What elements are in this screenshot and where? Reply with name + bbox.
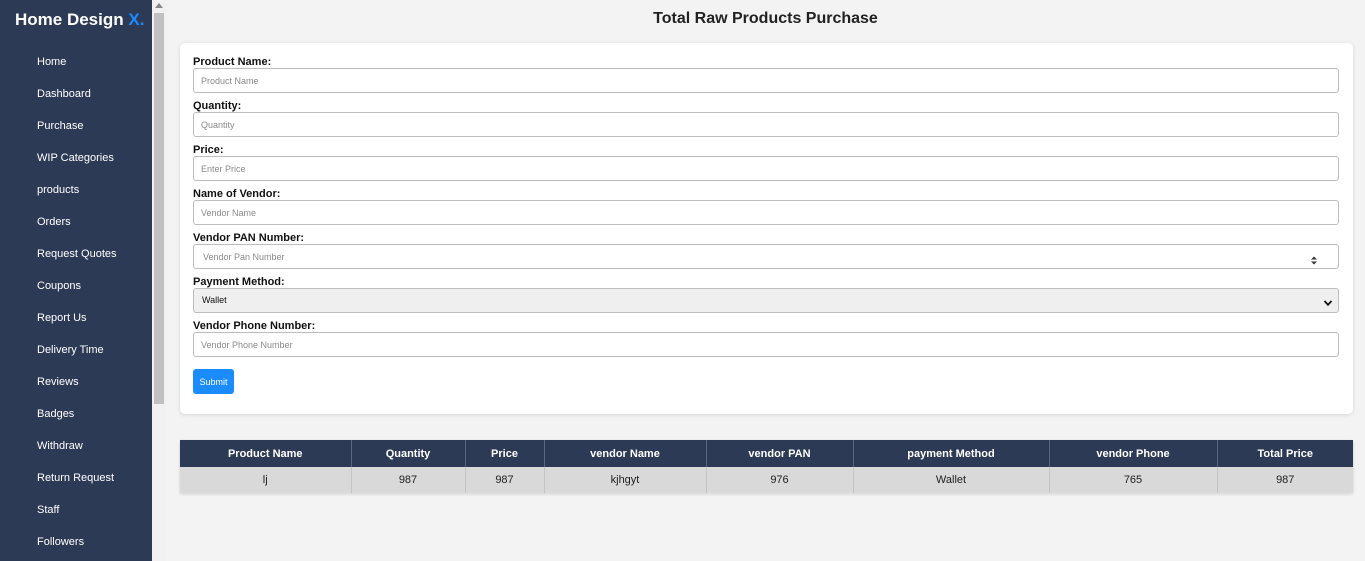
page-title: Total Raw Products Purchase: [653, 10, 878, 27]
number-spinner-icon[interactable]: [1310, 252, 1318, 265]
sidebar-item-request-quotes[interactable]: Request Quotes: [0, 238, 152, 270]
column-header: Total Price: [1217, 440, 1353, 467]
column-header: vendor PAN: [706, 440, 854, 467]
scroll-up-arrow-icon[interactable]: [155, 3, 163, 8]
table-cell: 976: [706, 467, 854, 493]
table-cell: 987: [465, 467, 545, 493]
vendor-pan-input[interactable]: [193, 244, 1339, 269]
sidebar-item-report-us[interactable]: Report Us: [0, 302, 152, 334]
table-cell: lj: [180, 467, 352, 493]
sidebar-item-withdraw[interactable]: Withdraw: [0, 430, 152, 462]
sidebar-item-staff[interactable]: Staff: [0, 494, 152, 526]
sidebar-item-home[interactable]: Home: [0, 46, 152, 78]
table-row: lj 987 987 kjhgyt 976 Wallet 765 987: [180, 467, 1353, 493]
table-cell: 987: [1217, 467, 1353, 493]
sidebar-item-wip-categories[interactable]: WIP Categories: [0, 142, 152, 174]
price-input[interactable]: [193, 156, 1339, 181]
sidebar: Home Design X. Home Dashboard Purchase W…: [0, 0, 152, 561]
brand-logo[interactable]: Home Design X.: [15, 10, 144, 30]
quantity-label: Quantity:: [193, 100, 242, 112]
payment-method-value: Wallet: [202, 295, 227, 305]
sidebar-item-orders[interactable]: Orders: [0, 206, 152, 238]
sidebar-item-return-request[interactable]: Return Request: [0, 462, 152, 494]
sidebar-nav: Home Dashboard Purchase WIP Categories p…: [0, 46, 152, 558]
sidebar-item-products[interactable]: products: [0, 174, 152, 206]
price-label: Price:: [193, 144, 224, 156]
payment-method-select[interactable]: Wallet: [193, 288, 1339, 313]
column-header: Quantity: [351, 440, 466, 467]
table-cell: 987: [351, 467, 466, 493]
sidebar-scrollbar[interactable]: [152, 0, 166, 561]
sidebar-item-followers[interactable]: Followers: [0, 526, 152, 558]
table-cell: kjhgyt: [544, 467, 707, 493]
column-header: payment Method: [853, 440, 1050, 467]
sidebar-item-badges[interactable]: Badges: [0, 398, 152, 430]
vendor-phone-input[interactable]: [193, 332, 1339, 357]
submit-button[interactable]: Submit: [193, 369, 234, 394]
column-header: vendor Name: [544, 440, 707, 467]
payment-method-label: Payment Method:: [193, 276, 285, 288]
product-name-label: Product Name:: [193, 56, 272, 68]
column-header: Product Name: [180, 440, 352, 467]
vendor-name-label: Name of Vendor:: [193, 188, 281, 200]
purchases-table: Product Name Quantity Price vendor Name …: [180, 440, 1353, 493]
purchase-form: Product Name: Quantity: Price: Name of V…: [180, 43, 1353, 414]
table-cell: 765: [1049, 467, 1218, 493]
brand-name: Home Design: [15, 10, 124, 29]
vendor-phone-label: Vendor Phone Number:: [193, 320, 316, 332]
quantity-input[interactable]: [193, 112, 1339, 137]
scroll-thumb[interactable]: [154, 13, 164, 404]
table-cell: Wallet: [853, 467, 1050, 493]
table-header-row: Product Name Quantity Price vendor Name …: [180, 440, 1353, 467]
sidebar-item-delivery-time[interactable]: Delivery Time: [0, 334, 152, 366]
sidebar-item-dashboard[interactable]: Dashboard: [0, 78, 152, 110]
product-name-input[interactable]: [193, 68, 1339, 93]
vendor-pan-label: Vendor PAN Number:: [193, 232, 305, 244]
chevron-down-icon: [1323, 294, 1333, 307]
vendor-name-input[interactable]: [193, 200, 1339, 225]
column-header: vendor Phone: [1049, 440, 1218, 467]
column-header: Price: [465, 440, 545, 467]
sidebar-item-reviews[interactable]: Reviews: [0, 366, 152, 398]
brand-accent: X.: [128, 10, 145, 29]
sidebar-item-coupons[interactable]: Coupons: [0, 270, 152, 302]
sidebar-item-purchase[interactable]: Purchase: [0, 110, 152, 142]
